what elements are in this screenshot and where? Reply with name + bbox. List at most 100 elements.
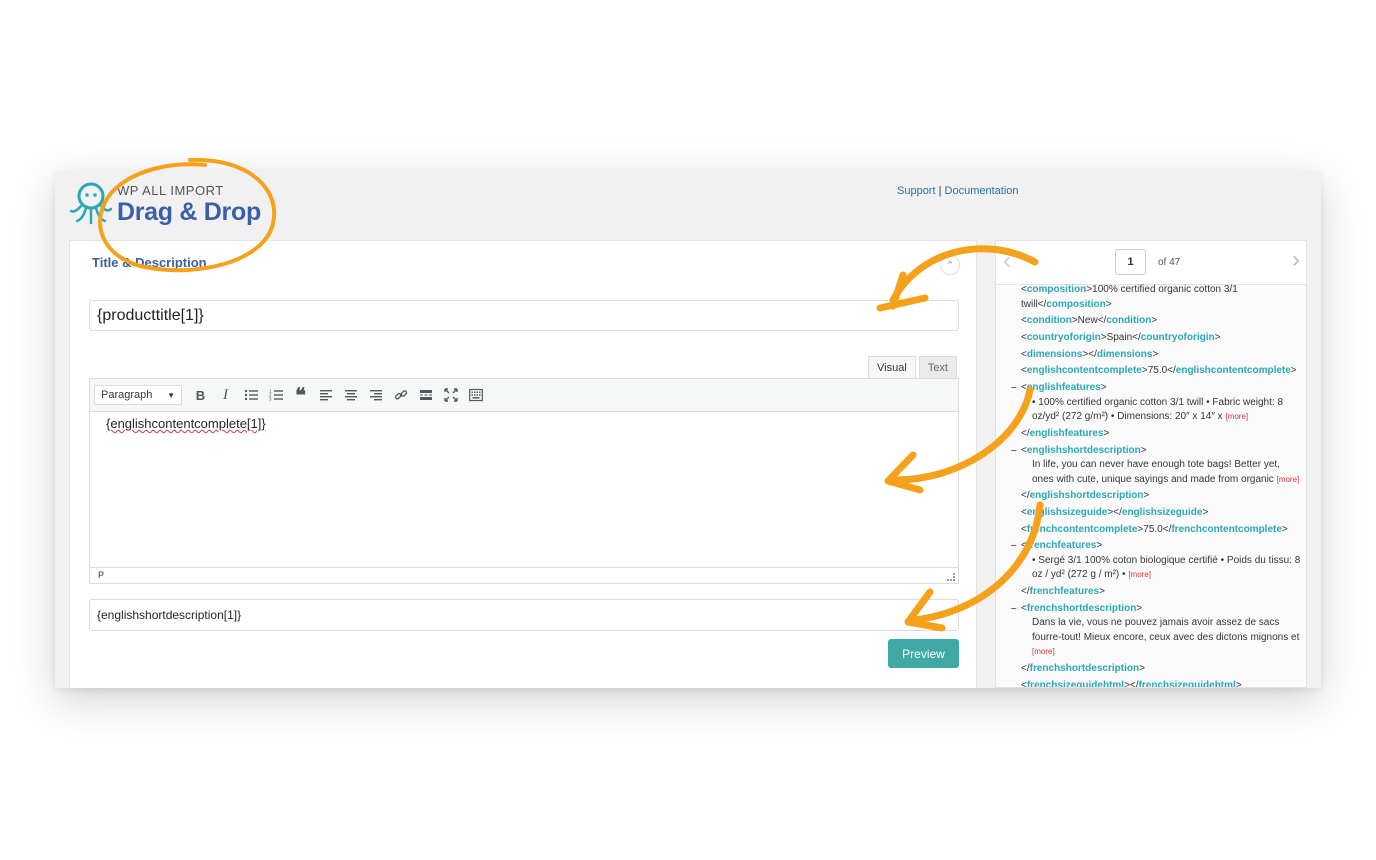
xml-tree: <composition>100% certified organic cott… xyxy=(1010,281,1302,688)
format-select[interactable]: Paragraph ▼ xyxy=(94,385,182,405)
title-description-panel: Title & Description ⌃ {producttitle[1]} … xyxy=(69,240,977,688)
more-link[interactable]: [more] xyxy=(1128,570,1151,579)
xml-tag-name: englishsizeguide xyxy=(1026,506,1108,518)
xml-tag-name: frenchcontentcomplete xyxy=(1026,523,1138,535)
xml-tag-name: englishshortdescription xyxy=(1029,490,1144,502)
short-description-value: {englishshortdescription[1]} xyxy=(97,608,242,622)
xml-tag-name: countryoforigin xyxy=(1026,332,1101,344)
xml-tag-name: englishshortdescription xyxy=(1026,444,1141,456)
element-path[interactable]: P xyxy=(98,570,104,580)
svg-text:3: 3 xyxy=(269,397,272,402)
format-select-value: Paragraph xyxy=(101,389,153,401)
preview-button[interactable]: Preview xyxy=(888,639,959,668)
xml-line: ones with cute, unique sayings and made … xyxy=(1032,473,1300,485)
content-editor: Paragraph ▼ B I 123 ❝ {englishcontentcom… xyxy=(89,378,959,584)
xml-line: – <frenchshortdescription> xyxy=(1010,602,1302,617)
xml-tag-name: englishsizeguide xyxy=(1121,506,1203,518)
xml-line: • 100% certified organic cotton 3/1 twil… xyxy=(1032,396,1284,408)
keyboard-icon[interactable] xyxy=(463,383,488,407)
xml-tag-name: frenchshortdescription xyxy=(1029,662,1140,674)
align-left-icon[interactable] xyxy=(313,383,338,407)
record-total: of 47 xyxy=(1158,257,1181,268)
xml-line: twill</composition> xyxy=(1021,298,1112,310)
xml-tag-name: englishfeatures xyxy=(1026,382,1101,394)
tab-visual[interactable]: Visual xyxy=(868,356,916,378)
italic-icon[interactable]: I xyxy=(213,383,238,407)
xml-line: <englishcontentcomplete>75.0</englishcon… xyxy=(1021,365,1297,377)
record-pager: ‹ 1 of 47 › xyxy=(996,241,1306,285)
short-description-input[interactable]: {englishshortdescription[1]} xyxy=(89,599,959,631)
xml-tag-name: frenchcontentcomplete xyxy=(1171,523,1282,535)
editor-content-area[interactable]: {englishcontentcomplete[1]} xyxy=(90,412,958,567)
editor-toolbar: Paragraph ▼ B I 123 ❝ xyxy=(90,379,958,412)
numbered-list-icon[interactable]: 123 xyxy=(263,383,288,407)
read-more-icon[interactable] xyxy=(413,383,438,407)
bullet-list-icon[interactable] xyxy=(238,383,263,407)
support-link[interactable]: Support xyxy=(897,185,936,197)
xml-line: </frenchshortdescription> xyxy=(1021,662,1145,674)
xml-line: fourre-tout! Mieux encore, ceux avec des… xyxy=(1032,631,1300,643)
prev-record-chevron-icon[interactable]: ‹ xyxy=(1003,247,1011,275)
xml-tag-name: englishfeatures xyxy=(1029,427,1104,439)
resize-grip-icon[interactable] xyxy=(947,573,955,581)
xml-tag-name: condition xyxy=(1106,315,1152,327)
link-icon[interactable] xyxy=(388,383,413,407)
xml-tag-name: englishcontentcomplete xyxy=(1026,365,1142,377)
xml-tag-name: dimensions xyxy=(1026,348,1083,360)
xml-tag-name: countryoforigin xyxy=(1140,332,1215,344)
app-window: WP ALL IMPORT Drag & Drop Support | Docu… xyxy=(55,171,1321,688)
xml-line: <countryoforigin>Spain</countryoforigin> xyxy=(1021,332,1221,344)
section-title: Title & Description xyxy=(92,255,207,270)
octopus-logo-icon xyxy=(69,182,113,225)
link-separator: | xyxy=(938,185,942,197)
brand-title: Drag & Drop xyxy=(117,198,261,226)
xml-line: <frenchcontentcomplete>75.0</frenchconte… xyxy=(1021,523,1288,535)
xml-line: In life, you can never have enough tote … xyxy=(1032,459,1280,470)
collapse-chevron-icon[interactable]: ⌃ xyxy=(940,255,960,275)
xml-line: <composition>100% certified organic cott… xyxy=(1021,284,1238,296)
xml-tag-name: frenchsizeguidehtml xyxy=(1138,679,1236,688)
xml-tag-name: composition xyxy=(1026,284,1087,296)
xml-line: </englishshortdescription> xyxy=(1021,490,1150,502)
align-center-icon[interactable] xyxy=(338,383,363,407)
more-link[interactable]: [more] xyxy=(1032,647,1055,656)
xml-tag-name: englishcontentcomplete xyxy=(1175,365,1291,377)
stage: WP ALL IMPORT Drag & Drop Support | Docu… xyxy=(0,0,1376,860)
more-link[interactable]: [more] xyxy=(1277,475,1300,484)
collapse-node-icon[interactable]: – xyxy=(1011,539,1017,554)
xml-tag-name: frenchfeatures xyxy=(1026,540,1097,552)
xml-tag-name: frenchsizeguidehtml xyxy=(1026,679,1125,688)
collapse-node-icon[interactable]: – xyxy=(1011,381,1017,396)
documentation-link[interactable]: Documentation xyxy=(945,185,1019,197)
header-links: Support | Documentation xyxy=(897,185,1019,197)
xml-line: – <englishfeatures> xyxy=(1010,381,1302,396)
fullscreen-icon[interactable] xyxy=(438,383,463,407)
xml-line: </frenchfeatures> xyxy=(1021,585,1105,597)
xml-tag-name: frenchshortdescription xyxy=(1026,602,1137,614)
xml-line: Dans la vie, vous ne pouvez jamais avoir… xyxy=(1032,617,1280,629)
tab-text[interactable]: Text xyxy=(918,356,957,378)
title-input[interactable]: {producttitle[1]} xyxy=(89,300,959,331)
xml-line: [more] xyxy=(1010,645,1302,660)
bold-icon[interactable]: B xyxy=(188,383,213,407)
xml-line: </englishfeatures> xyxy=(1021,427,1110,439)
caret-down-icon: ▼ xyxy=(167,390,175,400)
collapse-node-icon[interactable]: – xyxy=(1011,602,1017,617)
next-record-chevron-icon[interactable]: › xyxy=(1292,246,1300,274)
xml-line: <frenchsizeguidehtml></frenchsizeguideht… xyxy=(1010,679,1302,688)
xml-tag-name: frenchfeatures xyxy=(1029,585,1100,597)
more-link[interactable]: [more] xyxy=(1225,412,1248,421)
xml-tag-name: composition xyxy=(1046,298,1106,310)
align-right-icon[interactable] xyxy=(363,383,388,407)
blockquote-icon[interactable]: ❝ xyxy=(288,383,313,407)
xml-line: oz / yd² (272 g / m²) • [more] xyxy=(1032,569,1151,581)
record-number-input[interactable]: 1 xyxy=(1115,249,1146,275)
xml-line: – <frenchfeatures> xyxy=(1010,539,1302,554)
title-input-value: {producttitle[1]} xyxy=(97,306,204,324)
collapse-node-icon[interactable]: – xyxy=(1011,444,1017,459)
xml-line: – <englishshortdescription> xyxy=(1010,444,1302,459)
xml-tag-name: condition xyxy=(1026,315,1072,327)
xml-tag-name: dimensions xyxy=(1096,348,1153,360)
editor-status-bar: P xyxy=(90,567,958,583)
xml-line: <dimensions></dimensions> xyxy=(1021,348,1159,360)
